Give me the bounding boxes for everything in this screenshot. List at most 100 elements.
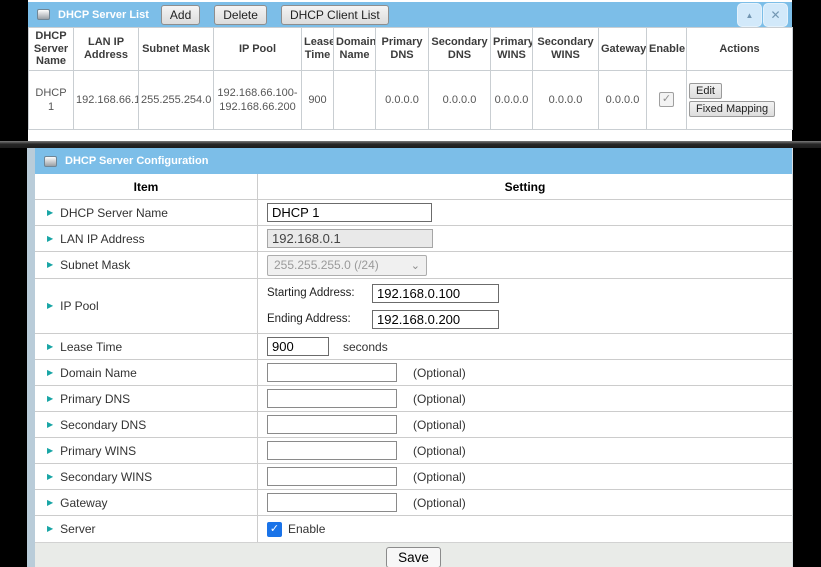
col-ip-pool: IP Pool <box>214 28 302 71</box>
dhcp-server-list-panel: DHCP Server List Add Delete DHCP Client … <box>28 0 792 141</box>
config-panel-footer: Save <box>35 542 792 567</box>
row-primary-dns: ▶ Primary DNS (Optional) <box>35 385 792 411</box>
bullet-icon: ▶ <box>47 235 53 243</box>
server-enable-label: Enable <box>288 522 325 536</box>
save-button[interactable]: Save <box>386 547 441 567</box>
bullet-icon: ▶ <box>47 343 53 351</box>
dhcp-client-list-button[interactable]: DHCP Client List <box>281 5 389 25</box>
setting-column-header: Setting <box>258 174 792 199</box>
row-secondary-wins: ▶ Secondary WINS (Optional) <box>35 463 792 489</box>
ending-address-input[interactable] <box>372 310 499 329</box>
bullet-icon: ▶ <box>47 369 53 377</box>
lease-time-input[interactable] <box>267 337 329 356</box>
row-primary-wins: ▶ Primary WINS (Optional) <box>35 437 792 463</box>
list-header-row: DHCP Server Name LAN IP Address Subnet M… <box>29 28 793 71</box>
cell-primary-wins: 0.0.0.0 <box>491 70 533 129</box>
bullet-icon: ▶ <box>47 261 53 269</box>
list-panel-titlebar: DHCP Server List Add Delete DHCP Client … <box>28 2 792 27</box>
lan-ip-address-input <box>267 229 433 248</box>
row-label: Primary DNS <box>60 392 130 406</box>
optional-hint: (Optional) <box>413 470 466 484</box>
bullet-icon: ▶ <box>47 302 53 310</box>
row-label: Secondary DNS <box>60 418 146 432</box>
cell-name: DHCP 1 <box>29 70 74 129</box>
row-label: Primary WINS <box>60 444 136 458</box>
fixed-mapping-button[interactable]: Fixed Mapping <box>689 101 775 117</box>
delete-button[interactable]: Delete <box>214 5 267 25</box>
col-primary-wins: Primary WINS <box>491 28 533 71</box>
cell-lease-time: 900 <box>302 70 334 129</box>
panel-left-edge <box>27 148 35 567</box>
col-domain-name: Domain Name <box>334 28 376 71</box>
row-label: Lease Time <box>60 340 122 354</box>
cell-ip-pool: 192.168.66.100-192.168.66.200 <box>214 70 302 129</box>
add-button[interactable]: Add <box>161 5 200 25</box>
col-secondary-wins: Secondary WINS <box>533 28 599 71</box>
row-label: Secondary WINS <box>60 470 152 484</box>
subnet-mask-select: 255.255.255.0 (/24) ⌄ <box>267 255 427 276</box>
close-icon: ✕ <box>770 8 780 22</box>
bullet-icon: ▶ <box>47 395 53 403</box>
cell-subnet-mask: 255.255.254.0 <box>139 70 214 129</box>
row-server: ▶ Server ✓ Enable <box>35 515 792 542</box>
collapse-icon: ▲ <box>746 11 754 20</box>
col-secondary-dns: Secondary DNS <box>429 28 491 71</box>
cell-lan-ip: 192.168.66.1 <box>74 70 139 129</box>
col-actions: Actions <box>687 28 793 71</box>
config-panel-title: DHCP Server Configuration <box>65 155 208 167</box>
bullet-icon: ▶ <box>47 447 53 455</box>
enable-checkbox-disabled: ✓ <box>659 92 674 107</box>
server-enable-checkbox[interactable]: ✓ <box>267 522 282 537</box>
ending-address-label: Ending Address: <box>267 313 372 325</box>
region-separator <box>0 141 821 148</box>
bullet-icon: ▶ <box>47 525 53 533</box>
primary-wins-input[interactable] <box>267 441 397 460</box>
cell-gateway: 0.0.0.0 <box>599 70 647 129</box>
collapse-panel-button[interactable]: ▲ <box>737 3 762 27</box>
dhcp-server-configuration-panel: DHCP Server Configuration Item Setting ▶… <box>35 148 793 567</box>
row-label: Subnet Mask <box>60 258 130 272</box>
screen: DHCP Server List Add Delete DHCP Client … <box>0 0 821 567</box>
panel-icon <box>37 9 50 20</box>
table-row: DHCP 1 192.168.66.1 255.255.254.0 192.16… <box>29 70 793 129</box>
secondary-dns-input[interactable] <box>267 415 397 434</box>
gateway-input[interactable] <box>267 493 397 512</box>
optional-hint: (Optional) <box>413 496 466 510</box>
row-label: IP Pool <box>60 299 98 313</box>
row-dhcp-server-name: ▶ DHCP Server Name <box>35 199 792 225</box>
optional-hint: (Optional) <box>413 418 466 432</box>
row-lease-time: ▶ Lease Time seconds <box>35 333 792 359</box>
item-column-header: Item <box>35 174 258 199</box>
config-panel-titlebar: DHCP Server Configuration <box>35 148 792 174</box>
panel-icon <box>44 156 57 167</box>
cell-secondary-wins: 0.0.0.0 <box>533 70 599 129</box>
row-label: DHCP Server Name <box>60 206 168 220</box>
bullet-icon: ▶ <box>47 473 53 481</box>
col-primary-dns: Primary DNS <box>376 28 429 71</box>
primary-dns-input[interactable] <box>267 389 397 408</box>
edit-button[interactable]: Edit <box>689 83 722 99</box>
cell-enable: ✓ <box>647 70 687 129</box>
row-label: LAN IP Address <box>60 232 145 246</box>
row-label: Gateway <box>60 496 107 510</box>
col-gateway: Gateway <box>599 28 647 71</box>
row-label: Domain Name <box>60 366 137 380</box>
secondary-wins-input[interactable] <box>267 467 397 486</box>
starting-address-label: Starting Address: <box>267 287 372 299</box>
optional-hint: (Optional) <box>413 392 466 406</box>
chevron-down-icon: ⌄ <box>411 259 420 272</box>
starting-address-input[interactable] <box>372 284 499 303</box>
optional-hint: (Optional) <box>413 366 466 380</box>
row-subnet-mask: ▶ Subnet Mask 255.255.255.0 (/24) ⌄ <box>35 251 792 278</box>
dhcp-server-name-input[interactable] <box>267 203 432 222</box>
row-gateway: ▶ Gateway (Optional) <box>35 489 792 515</box>
dhcp-server-list-table: DHCP Server Name LAN IP Address Subnet M… <box>28 27 793 130</box>
row-ip-pool: ▶ IP Pool Starting Address: Ending Addre… <box>35 278 792 333</box>
domain-name-input[interactable] <box>267 363 397 382</box>
col-lease-time: Lease Time <box>302 28 334 71</box>
col-subnet-mask: Subnet Mask <box>139 28 214 71</box>
cell-primary-dns: 0.0.0.0 <box>376 70 429 129</box>
bullet-icon: ▶ <box>47 421 53 429</box>
close-panel-button[interactable]: ✕ <box>763 3 788 27</box>
bullet-icon: ▶ <box>47 209 53 217</box>
